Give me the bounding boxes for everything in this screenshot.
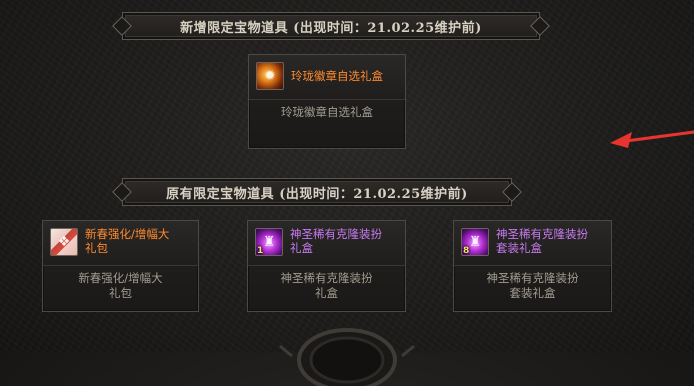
emblem-glyph-icon: ✹ [264,68,276,84]
item-name: 新春强化/增幅大 礼包 [85,227,170,255]
banner-ornament-right [502,182,522,202]
gold-emblem-icon[interactable]: ✹ [256,62,284,90]
banner-ornament-left [112,182,132,202]
gift-glyph-icon: ❖ [57,234,71,250]
banner-ornament-right [530,16,550,36]
item-card-linglong-box[interactable]: ✹ 玲珑徽章自选礼盒 玲珑徽章自选礼盒 [248,54,406,149]
item-description: 神圣稀有克隆装扮 礼盒 [280,271,373,300]
item-header: ✹ 玲珑徽章自选礼盒 [249,55,405,100]
item-header: ♜ 8 神圣稀有克隆装扮 套装礼盒 [454,221,611,266]
section-banner-new: 新增限定宝物道具 (出现时间：21.02.25维护前) [112,12,550,40]
gift-box-icon[interactable]: ❖ [50,228,78,256]
bottom-ornament-icon [279,328,415,386]
item-description: 玲珑徽章自选礼盒 [281,105,373,119]
item-description: 神圣稀有克隆装扮 套装礼盒 [486,271,579,300]
banner-ornament-left [112,16,132,36]
item-header: ❖ 新春强化/增幅大 礼包 [43,221,198,266]
item-header: ♜ 1 神圣稀有克隆装扮 礼盒 [248,221,405,266]
item-description: 新春强化/增幅大 礼包 [78,271,163,300]
item-count: 1 [257,246,264,256]
item-name: 神圣稀有克隆装扮 套装礼盒 [496,227,588,255]
item-count: 8 [463,246,470,256]
item-card-clone-outfit-set-box[interactable]: ♜ 8 神圣稀有克隆装扮 套装礼盒 神圣稀有克隆装扮 套装礼盒 [453,220,612,312]
section-banner-existing: 原有限定宝物道具 (出现时间：21.02.25维护前) [112,178,522,206]
purple-outfit-icon[interactable]: ♜ 1 [255,228,283,256]
red-arrow-annotation-icon [610,130,694,148]
item-card-clone-outfit-box[interactable]: ♜ 1 神圣稀有克隆装扮 礼盒 神圣稀有克隆装扮 礼盒 [247,220,406,312]
item-name: 神圣稀有克隆装扮 礼盒 [290,227,382,255]
purple-outfit-set-icon[interactable]: ♜ 8 [461,228,489,256]
item-card-new-year-pack[interactable]: ❖ 新春强化/增幅大 礼包 新春强化/增幅大 礼包 [42,220,199,312]
item-name: 玲珑徽章自选礼盒 [291,69,383,83]
section-title: 新增限定宝物道具 (出现时间：21.02.25维护前) [180,20,482,36]
section-title: 原有限定宝物道具 (出现时间：21.02.25维护前) [166,186,468,202]
